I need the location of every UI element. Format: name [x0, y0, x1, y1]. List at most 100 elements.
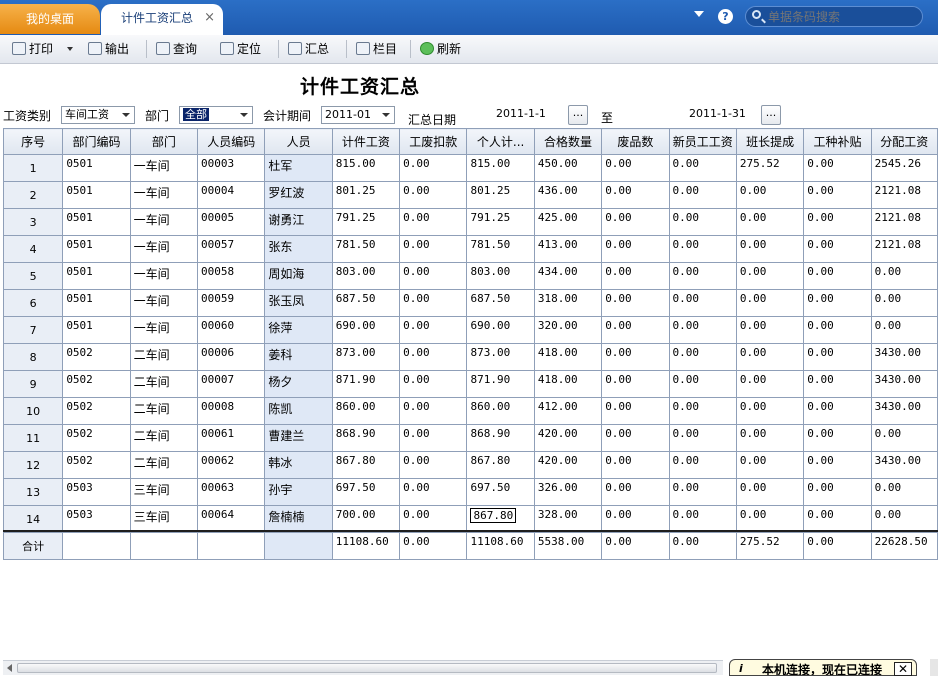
table-cell[interactable]: 0502 [62, 424, 131, 452]
column-header[interactable]: 计件工资 [331, 128, 401, 155]
table-cell[interactable]: 413.00 [533, 235, 603, 263]
table-cell[interactable]: 00003 [197, 154, 266, 182]
query-button[interactable]: 查询 [156, 35, 197, 63]
table-row[interactable]: 5 0501 一车间 00058 周如海 803.00 0.00 803.00 434.00 0.… [2, 262, 938, 290]
table-cell[interactable]: 0.00 [399, 154, 468, 182]
table-cell[interactable]: 0503 [62, 505, 131, 533]
column-header[interactable]: 个人计... [466, 128, 535, 155]
column-header[interactable]: 工种补贴 [803, 128, 872, 155]
table-cell[interactable]: 868.90 [466, 424, 535, 452]
column-header[interactable]: 班长提成 [735, 128, 805, 155]
table-cell[interactable]: 0.00 [399, 316, 468, 344]
table-cell[interactable]: 0.00 [601, 505, 670, 533]
table-cell[interactable]: 2121.08 [870, 235, 938, 263]
table-row[interactable]: 9 0502 二车间 00007 杨夕 871.90 0.00 871.90 418.00 0.0… [2, 370, 938, 398]
table-row[interactable]: 14 0503 三车间 00064 詹楠楠 700.00 0.00 867.80 328.00 0… [2, 505, 938, 533]
table-cell[interactable]: 3430.00 [870, 343, 938, 371]
table-cell[interactable]: 0.00 [735, 451, 805, 479]
table-cell[interactable]: 0.00 [803, 316, 872, 344]
table-cell[interactable]: 00057 [197, 235, 266, 263]
table-row[interactable]: 11 0502 二车间 00061 曹建兰 868.90 0.00 868.90 420.00 0… [2, 424, 938, 452]
table-cell[interactable]: 0.00 [870, 289, 938, 317]
table-cell[interactable]: 0.00 [601, 316, 670, 344]
table-cell[interactable]: 0.00 [668, 154, 737, 182]
scroll-left-icon[interactable] [7, 664, 12, 672]
table-cell[interactable]: 0.00 [735, 208, 805, 236]
period-select[interactable]: 2011-01 [321, 106, 395, 124]
table-cell[interactable]: 0.00 [803, 343, 872, 371]
scroll-thumb[interactable] [17, 663, 717, 673]
cell-editor[interactable]: 867.80 [470, 508, 517, 523]
table-cell[interactable]: 697.50 [466, 478, 535, 506]
table-cell[interactable]: 0501 [62, 316, 131, 344]
table-cell[interactable]: 873.00 [466, 343, 535, 371]
export-button[interactable]: 输出 [88, 35, 129, 63]
table-cell[interactable]: 326.00 [533, 478, 603, 506]
table-row[interactable]: 3 0501 一车间 00005 谢勇江 791.25 0.00 791.25 425.00 0.… [2, 208, 938, 236]
table-cell[interactable]: 0.00 [601, 478, 670, 506]
table-cell[interactable]: 815.00 [331, 154, 401, 182]
table-cell[interactable]: 2121.08 [870, 208, 938, 236]
table-cell[interactable]: 0.00 [870, 505, 938, 533]
table-cell[interactable]: 0.00 [803, 424, 872, 452]
column-header[interactable]: 人员编码 [197, 128, 266, 155]
table-cell[interactable]: 0501 [62, 262, 131, 290]
table-cell[interactable]: 867.80 [466, 451, 535, 479]
column-header[interactable]: 合格数量 [533, 128, 603, 155]
table-cell[interactable]: 徐萍 [264, 316, 333, 344]
table-cell[interactable]: 0.00 [735, 478, 805, 506]
table-cell[interactable]: 周如海 [264, 262, 333, 290]
table-cell[interactable]: 00061 [197, 424, 266, 452]
date-to-field[interactable]: 2011-1-31 [686, 106, 760, 124]
table-cell[interactable]: 0.00 [601, 262, 670, 290]
table-row[interactable]: 13 0503 三车间 00063 孙宇 697.50 0.00 697.50 326.00 0.… [2, 478, 938, 506]
table-cell[interactable]: 791.25 [331, 208, 401, 236]
notice-close-icon[interactable]: ✕ [894, 662, 912, 676]
table-cell[interactable]: 杨夕 [264, 370, 333, 398]
table-cell[interactable]: 一车间 [129, 316, 199, 344]
table-cell[interactable]: 0.00 [399, 208, 468, 236]
column-header[interactable]: 分配工资 [870, 128, 938, 155]
table-cell[interactable]: 0.00 [399, 343, 468, 371]
table-cell[interactable]: 二车间 [129, 343, 199, 371]
table-cell[interactable]: 450.00 [533, 154, 603, 182]
table-cell[interactable]: 0.00 [601, 343, 670, 371]
table-cell[interactable]: 一车间 [129, 154, 199, 182]
table-cell[interactable]: 张玉凤 [264, 289, 333, 317]
table-cell[interactable]: 0.00 [870, 262, 938, 290]
table-row[interactable]: 7 0501 一车间 00060 徐萍 690.00 0.00 690.00 320.00 0.0… [2, 316, 938, 344]
table-cell[interactable]: 0.00 [601, 235, 670, 263]
table-cell[interactable]: 697.50 [331, 478, 401, 506]
wage-type-select[interactable]: 车间工资 [61, 106, 135, 124]
table-row[interactable]: 10 0502 二车间 00008 陈凯 860.00 0.00 860.00 412.00 0.… [2, 397, 938, 425]
print-dropdown-icon[interactable] [67, 47, 73, 51]
table-cell[interactable]: 867.80 [466, 505, 535, 533]
table-cell[interactable]: 0.00 [668, 397, 737, 425]
table-row[interactable]: 6 0501 一车间 00059 张玉凤 687.50 0.00 687.50 318.00 0.… [2, 289, 938, 317]
table-cell[interactable]: 谢勇江 [264, 208, 333, 236]
table-row[interactable]: 8 0502 二车间 00006 姜科 873.00 0.00 873.00 418.00 0.0… [2, 343, 938, 371]
table-cell[interactable]: 曹建兰 [264, 424, 333, 452]
table-cell[interactable]: 00063 [197, 478, 266, 506]
table-cell[interactable]: 2121.08 [870, 181, 938, 209]
table-cell[interactable]: 328.00 [533, 505, 603, 533]
table-cell[interactable]: 00064 [197, 505, 266, 533]
table-cell[interactable]: 杜军 [264, 154, 333, 182]
date-from-browse-button[interactable]: ... [568, 105, 588, 125]
table-cell[interactable]: 0.00 [399, 262, 468, 290]
table-cell[interactable]: 0.00 [735, 505, 805, 533]
table-cell[interactable]: 0.00 [735, 397, 805, 425]
table-cell[interactable]: 0.00 [399, 451, 468, 479]
table-cell[interactable]: 0.00 [870, 478, 938, 506]
table-cell[interactable]: 0.00 [668, 289, 737, 317]
table-cell[interactable]: 0.00 [735, 343, 805, 371]
table-cell[interactable]: 00058 [197, 262, 266, 290]
table-cell[interactable]: 687.50 [466, 289, 535, 317]
column-header[interactable]: 工废扣款 [399, 128, 468, 155]
table-cell[interactable]: 0.00 [668, 316, 737, 344]
table-cell[interactable]: 0.00 [399, 235, 468, 263]
summary-button[interactable]: 汇总 [288, 35, 329, 63]
chevron-down-icon[interactable] [694, 11, 704, 17]
table-cell[interactable]: 0.00 [735, 262, 805, 290]
table-cell[interactable]: 0.00 [803, 208, 872, 236]
